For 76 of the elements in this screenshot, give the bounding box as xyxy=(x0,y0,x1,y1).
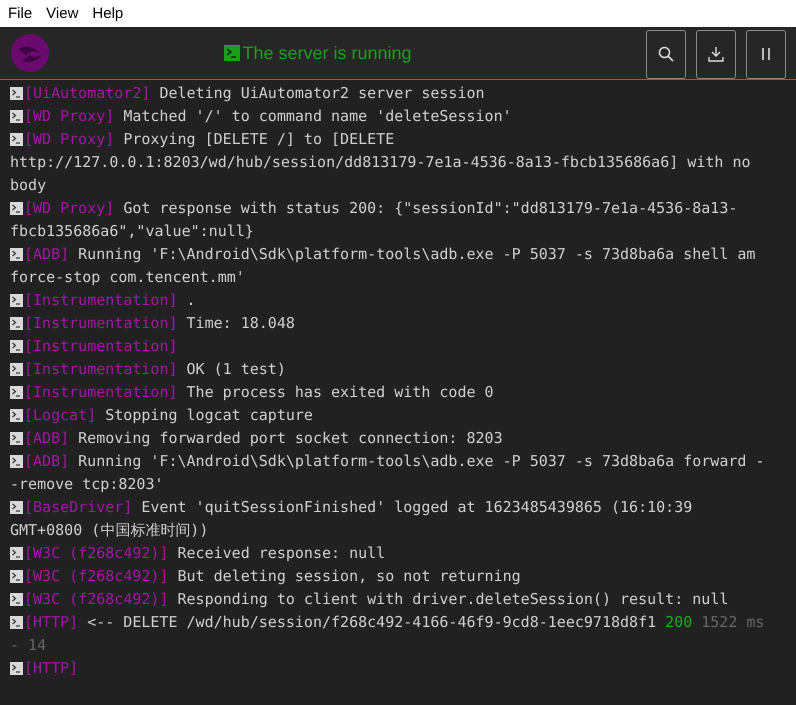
log-message: Event 'quitSessionFinished' logged at 1623485439865 (16:10:39 xyxy=(141,497,692,518)
terminal-icon xyxy=(10,409,23,422)
terminal-icon xyxy=(10,570,23,583)
log-tag: [Instrumentation] xyxy=(24,335,178,358)
log-message: GMT+0800 (中国标准时间)) xyxy=(10,520,208,541)
log-message: Deleting UiAutomator2 server session xyxy=(159,83,485,104)
response-info: 1522 ms xyxy=(701,612,764,633)
log-tag: [Instrumentation] xyxy=(24,289,178,312)
log-message: Time: 18.048 xyxy=(186,313,295,334)
log-tag: [ADB] xyxy=(24,427,70,450)
log-message: . xyxy=(186,290,196,311)
terminal-icon xyxy=(10,110,23,123)
terminal-icon xyxy=(10,133,23,146)
log-message: -remove tcp:8203' xyxy=(10,474,164,495)
log-tag: [HTTP] xyxy=(24,657,78,680)
log-message: But deleting session, so not returning xyxy=(178,566,521,587)
search-icon xyxy=(658,46,674,62)
download-icon xyxy=(708,46,724,62)
log-message: Proxying [DELETE /] to [DELETE xyxy=(123,129,394,150)
log-message: The process has exited with code 0 xyxy=(186,382,494,403)
log-tag: [W3C (f268c492)] xyxy=(24,542,168,565)
terminal-icon xyxy=(10,248,23,261)
terminal-icon xyxy=(10,432,23,445)
menu-item[interactable]: Help xyxy=(92,5,124,22)
terminal-icon xyxy=(10,87,23,100)
log-message: Running 'F:\Android\Sdk\platform-tools\adb.exe -P 5037 -s 73d8ba6a shell am xyxy=(78,244,756,265)
log-tag: [WD Proxy] xyxy=(24,105,114,128)
menu-item[interactable]: View xyxy=(46,5,78,22)
log-tag: [ADB] xyxy=(24,243,70,266)
terminal-icon xyxy=(10,294,23,307)
log-message: OK (1 test) xyxy=(186,359,286,380)
search-button[interactable] xyxy=(646,30,686,78)
status-code: 200 xyxy=(665,612,692,633)
pause-icon xyxy=(760,46,772,62)
logo-icon xyxy=(10,33,50,73)
log-message: fbcb135686a6","value":null} xyxy=(10,221,254,242)
log-tag: [W3C (f268c492)] xyxy=(24,588,168,611)
terminal-icon xyxy=(10,593,23,606)
log-message: body xyxy=(10,175,46,196)
log-message: force-stop com.tencent.mm' xyxy=(10,267,245,288)
log-message: Matched '/' to command name 'deleteSession' xyxy=(123,106,512,127)
response-info: - 14 xyxy=(10,635,46,656)
terminal-icon xyxy=(10,340,23,353)
log-tag: [Logcat] xyxy=(24,404,96,427)
log-message: <-- DELETE /wd/hub/session/f268c492-4166-46f9-9cd8-1eec9718d8f1 xyxy=(87,612,656,633)
log-tag: [W3C (f268c492)] xyxy=(24,565,168,588)
log-message: Received response: null xyxy=(178,543,386,564)
log-tag: [Instrumentation] xyxy=(24,312,178,335)
log-message: Got response with status 200: {"sessionId":"dd813179-7e1a-4536-8a13- xyxy=(123,198,738,219)
log-tag: [BaseDriver] xyxy=(24,496,132,519)
log-tag: [HTTP] xyxy=(24,611,78,634)
log-message: http://127.0.0.1:8203/wd/hub/session/dd813179-7e1a-4536-8a13-fbcb135686a6] with no xyxy=(10,152,751,173)
terminal-icon xyxy=(10,202,23,215)
log-tag: [ADB] xyxy=(24,450,70,473)
log-tag: [WD Proxy] xyxy=(24,128,114,151)
server-status: The server is running xyxy=(242,42,412,64)
pause-button[interactable] xyxy=(746,30,786,78)
log-tag: [Instrumentation] xyxy=(24,381,178,404)
terminal-icon xyxy=(10,662,23,675)
terminal-icon xyxy=(10,386,23,399)
download-button[interactable] xyxy=(696,30,736,78)
log-message: Responding to client with driver.deleteSession() result: null xyxy=(178,589,728,610)
terminal-icon xyxy=(10,547,23,560)
log-message: Stopping logcat capture xyxy=(105,405,313,426)
log-tag: [UiAutomator2] xyxy=(24,82,150,105)
terminal-icon xyxy=(10,363,23,376)
log-tag: [Instrumentation] xyxy=(24,358,178,381)
log-message: Removing forwarded port socket connection: 8203 xyxy=(78,428,503,449)
log-message: Running 'F:\Android\Sdk\platform-tools\adb.exe -P 5037 -s 73d8ba6a forward - xyxy=(78,451,764,472)
terminal-icon xyxy=(224,45,240,61)
menu-item[interactable]: File xyxy=(8,5,32,22)
terminal-icon xyxy=(10,455,23,468)
terminal-icon xyxy=(10,501,23,514)
terminal-icon xyxy=(10,317,23,330)
terminal-icon xyxy=(10,616,23,629)
log-tag: [WD Proxy] xyxy=(24,197,114,220)
